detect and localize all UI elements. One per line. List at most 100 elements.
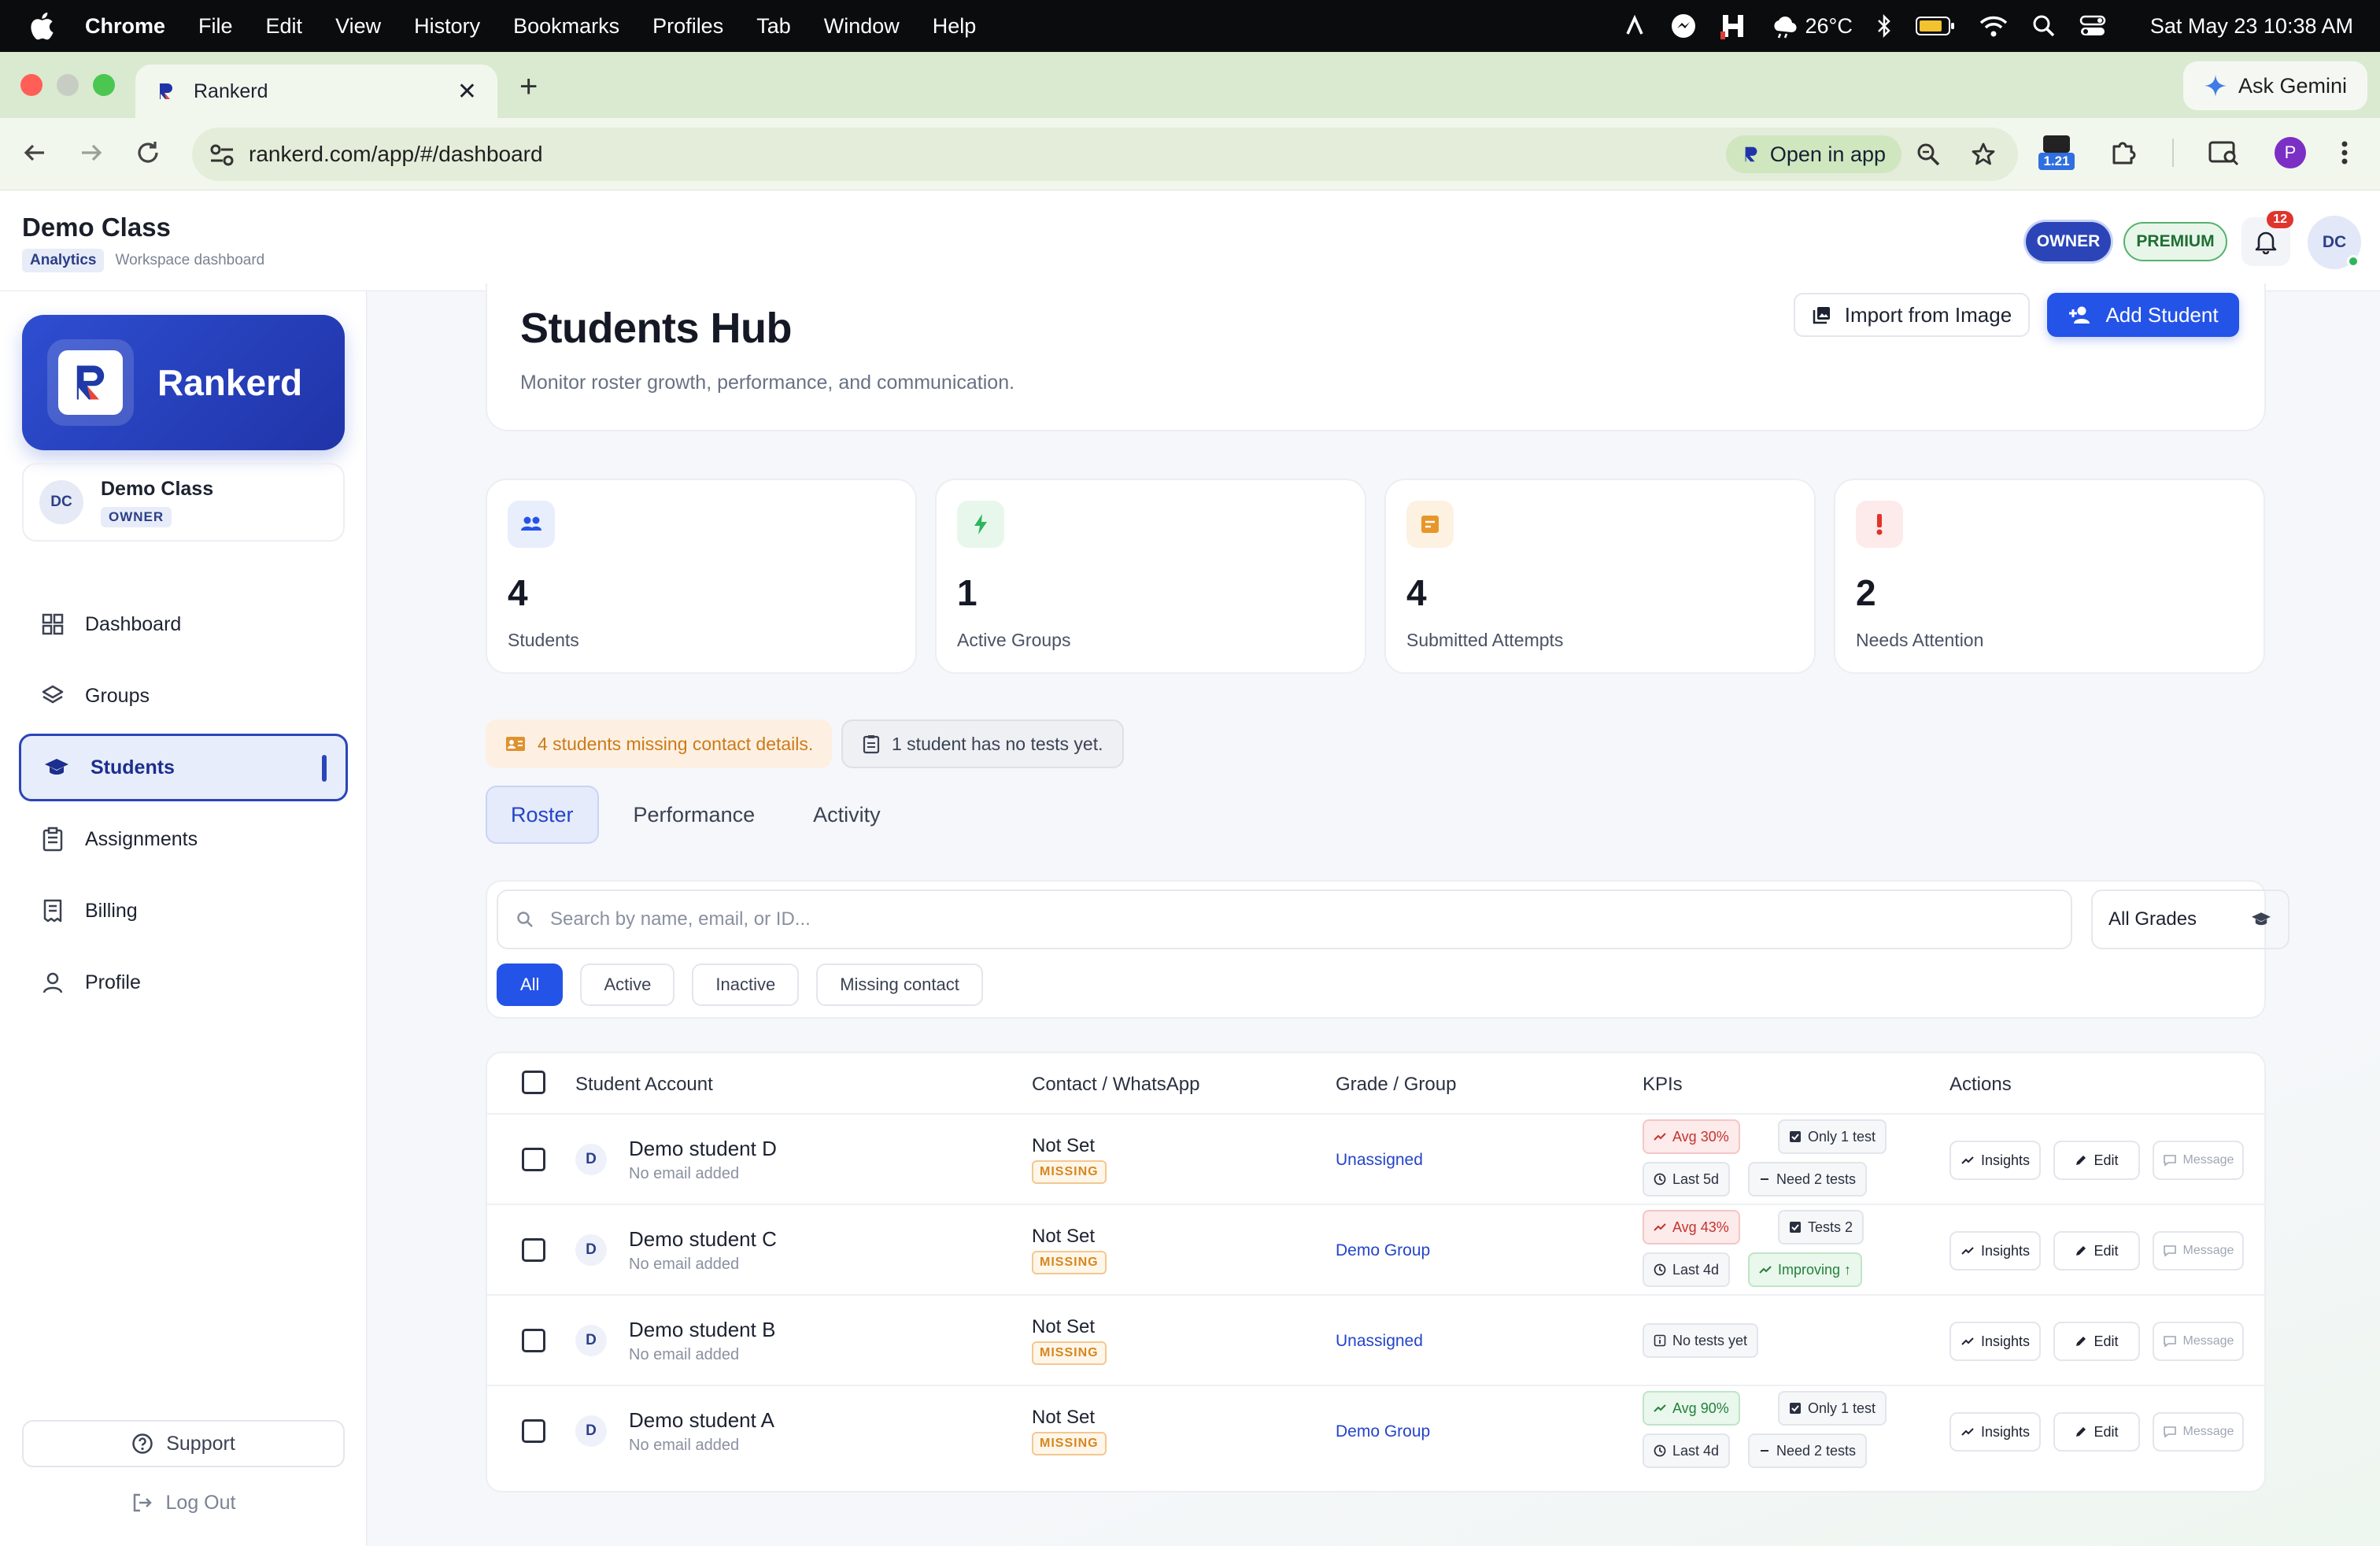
spotlight-search-icon[interactable] bbox=[2032, 14, 2056, 38]
insights-button[interactable]: Insights bbox=[1949, 1141, 2041, 1180]
caret-icon[interactable] bbox=[1623, 14, 1646, 38]
insights-button[interactable]: Insights bbox=[1949, 1231, 2041, 1270]
search-input[interactable]: Search by name, email, or ID... bbox=[497, 890, 2072, 949]
menu-profiles[interactable]: Profiles bbox=[652, 14, 723, 39]
insights-button[interactable]: Insights bbox=[1949, 1412, 2041, 1452]
filter-chip-all[interactable]: All bbox=[497, 963, 564, 1006]
select-all-checkbox[interactable] bbox=[522, 1071, 545, 1094]
menu-app-name[interactable]: Chrome bbox=[85, 14, 165, 39]
student-name[interactable]: Demo student B bbox=[629, 1318, 775, 1342]
sidebar-item-assignments[interactable]: Assignments bbox=[19, 805, 348, 873]
student-name[interactable]: Demo student A bbox=[629, 1408, 774, 1433]
group-link[interactable]: Unassigned bbox=[1336, 1151, 1423, 1170]
edit-button[interactable]: Edit bbox=[2053, 1412, 2140, 1452]
tab-close-icon[interactable]: ✕ bbox=[457, 78, 477, 105]
menu-history[interactable]: History bbox=[414, 14, 480, 39]
column-kpis[interactable]: KPIs bbox=[1643, 1074, 1683, 1096]
column-student-account[interactable]: Student Account bbox=[575, 1074, 713, 1096]
workspace-card[interactable]: DC Demo Class OWNER bbox=[22, 463, 345, 542]
menu-tab[interactable]: Tab bbox=[756, 14, 791, 39]
profile-avatar[interactable]: P bbox=[2275, 137, 2306, 168]
filter-chip-active[interactable]: Active bbox=[580, 963, 675, 1006]
message-button[interactable]: Message bbox=[2153, 1141, 2244, 1180]
tab-performance[interactable]: Performance bbox=[610, 786, 779, 844]
ask-gemini-button[interactable]: Ask Gemini bbox=[2182, 61, 2367, 110]
apple-icon[interactable] bbox=[27, 10, 55, 42]
insights-button[interactable]: Insights bbox=[1949, 1322, 2041, 1361]
breadcrumb-analytics[interactable]: Analytics bbox=[22, 249, 105, 272]
h-app-icon[interactable] bbox=[1720, 13, 1746, 39]
tab-roster[interactable]: Roster bbox=[486, 786, 599, 844]
menu-help[interactable]: Help bbox=[933, 14, 977, 39]
message-button[interactable]: Message bbox=[2153, 1412, 2244, 1452]
message-button[interactable]: Message bbox=[2153, 1231, 2244, 1270]
table-row[interactable]: D Demo student C No email added Not Set … bbox=[487, 1205, 2264, 1296]
new-tab-plus-icon[interactable]: + bbox=[519, 69, 538, 105]
logout-button[interactable]: Log Out bbox=[22, 1481, 345, 1524]
edit-button[interactable]: Edit bbox=[2053, 1141, 2140, 1180]
open-in-app-button[interactable]: Open in app bbox=[1725, 135, 1901, 173]
add-student-button[interactable]: Add Student bbox=[2047, 293, 2239, 337]
student-name[interactable]: Demo student D bbox=[629, 1137, 777, 1161]
site-settings-icon[interactable] bbox=[209, 143, 235, 167]
wifi-icon[interactable] bbox=[1979, 14, 2009, 38]
tab-activity[interactable]: Activity bbox=[789, 786, 904, 844]
window-zoom-button[interactable] bbox=[93, 74, 115, 96]
column-contact[interactable]: Contact / WhatsApp bbox=[1032, 1074, 1199, 1096]
menu-edit[interactable]: Edit bbox=[266, 14, 303, 39]
window-minimize-button[interactable] bbox=[57, 74, 79, 96]
import-from-image-button[interactable]: Import from Image bbox=[1794, 293, 2030, 337]
group-link[interactable]: Unassigned bbox=[1336, 1332, 1423, 1351]
sidebar-item-students[interactable]: Students bbox=[19, 734, 348, 801]
edit-button[interactable]: Edit bbox=[2053, 1231, 2140, 1270]
notifications-button[interactable]: 12 bbox=[2241, 211, 2293, 266]
group-link[interactable]: Demo Group bbox=[1336, 1422, 1430, 1441]
tab-search-icon[interactable] bbox=[2208, 139, 2240, 166]
menu-view[interactable]: View bbox=[335, 14, 381, 39]
grade-select[interactable]: All Grades bbox=[2091, 890, 2289, 949]
brand-card[interactable]: Rankerd bbox=[22, 315, 345, 450]
premium-badge[interactable]: PREMIUM bbox=[2123, 222, 2227, 261]
sidebar-item-billing[interactable]: Billing bbox=[19, 877, 348, 945]
battery-icon[interactable] bbox=[1915, 16, 1955, 36]
filter-chip-missing-contact[interactable]: Missing contact bbox=[816, 963, 983, 1006]
missing-contact-alert[interactable]: 4 students missing contact details. bbox=[486, 719, 833, 768]
zoom-icon[interactable] bbox=[1916, 142, 1941, 167]
kebab-menu-icon[interactable] bbox=[2341, 140, 2349, 165]
table-row[interactable]: D Demo student B No email added Not Set … bbox=[487, 1296, 2264, 1386]
extension-badge-icon[interactable]: 1.21 bbox=[2038, 135, 2075, 170]
filter-chip-inactive[interactable]: Inactive bbox=[692, 963, 800, 1006]
messenger-icon[interactable] bbox=[1670, 13, 1697, 39]
address-bar[interactable]: rankerd.com/app/#/dashboard Open in app bbox=[192, 128, 2018, 181]
table-row[interactable]: D Demo student A No email added Not Set … bbox=[487, 1386, 2264, 1477]
bluetooth-icon[interactable] bbox=[1876, 13, 1892, 39]
support-button[interactable]: Support bbox=[22, 1420, 345, 1467]
row-checkbox[interactable] bbox=[522, 1238, 545, 1262]
row-checkbox[interactable] bbox=[522, 1329, 545, 1352]
student-name[interactable]: Demo student C bbox=[629, 1227, 777, 1252]
menu-bookmarks[interactable]: Bookmarks bbox=[513, 14, 619, 39]
puzzle-extensions-icon[interactable] bbox=[2109, 139, 2138, 167]
browser-tab-rankerd[interactable]: Rankerd ✕ bbox=[135, 65, 497, 118]
row-checkbox[interactable] bbox=[522, 1148, 545, 1171]
sidebar-item-dashboard[interactable]: Dashboard bbox=[19, 590, 348, 658]
menu-file[interactable]: File bbox=[198, 14, 233, 39]
forward-arrow-icon[interactable] bbox=[77, 139, 105, 167]
reload-icon[interactable] bbox=[134, 139, 162, 167]
user-avatar[interactable]: DC bbox=[2308, 216, 2361, 269]
menubar-clock[interactable]: Sat May 23 10:38 AM bbox=[2150, 14, 2353, 39]
edit-button[interactable]: Edit bbox=[2053, 1322, 2140, 1361]
bookmark-star-icon[interactable] bbox=[1971, 142, 1996, 167]
back-arrow-icon[interactable] bbox=[20, 139, 49, 167]
no-tests-alert[interactable]: 1 student has no tests yet. bbox=[841, 719, 1124, 768]
message-button[interactable]: Message bbox=[2153, 1322, 2244, 1361]
menu-window[interactable]: Window bbox=[824, 14, 900, 39]
group-link[interactable]: Demo Group bbox=[1336, 1241, 1430, 1260]
control-center-icon[interactable] bbox=[2079, 14, 2106, 38]
column-grade-group[interactable]: Grade / Group bbox=[1336, 1074, 1456, 1096]
table-row[interactable]: D Demo student D No email added Not Set … bbox=[487, 1115, 2264, 1205]
window-close-button[interactable] bbox=[20, 74, 42, 96]
sidebar-item-groups[interactable]: Groups bbox=[19, 662, 348, 730]
row-checkbox[interactable] bbox=[522, 1419, 545, 1443]
weather-temperature[interactable]: 26°C bbox=[1805, 14, 1853, 39]
